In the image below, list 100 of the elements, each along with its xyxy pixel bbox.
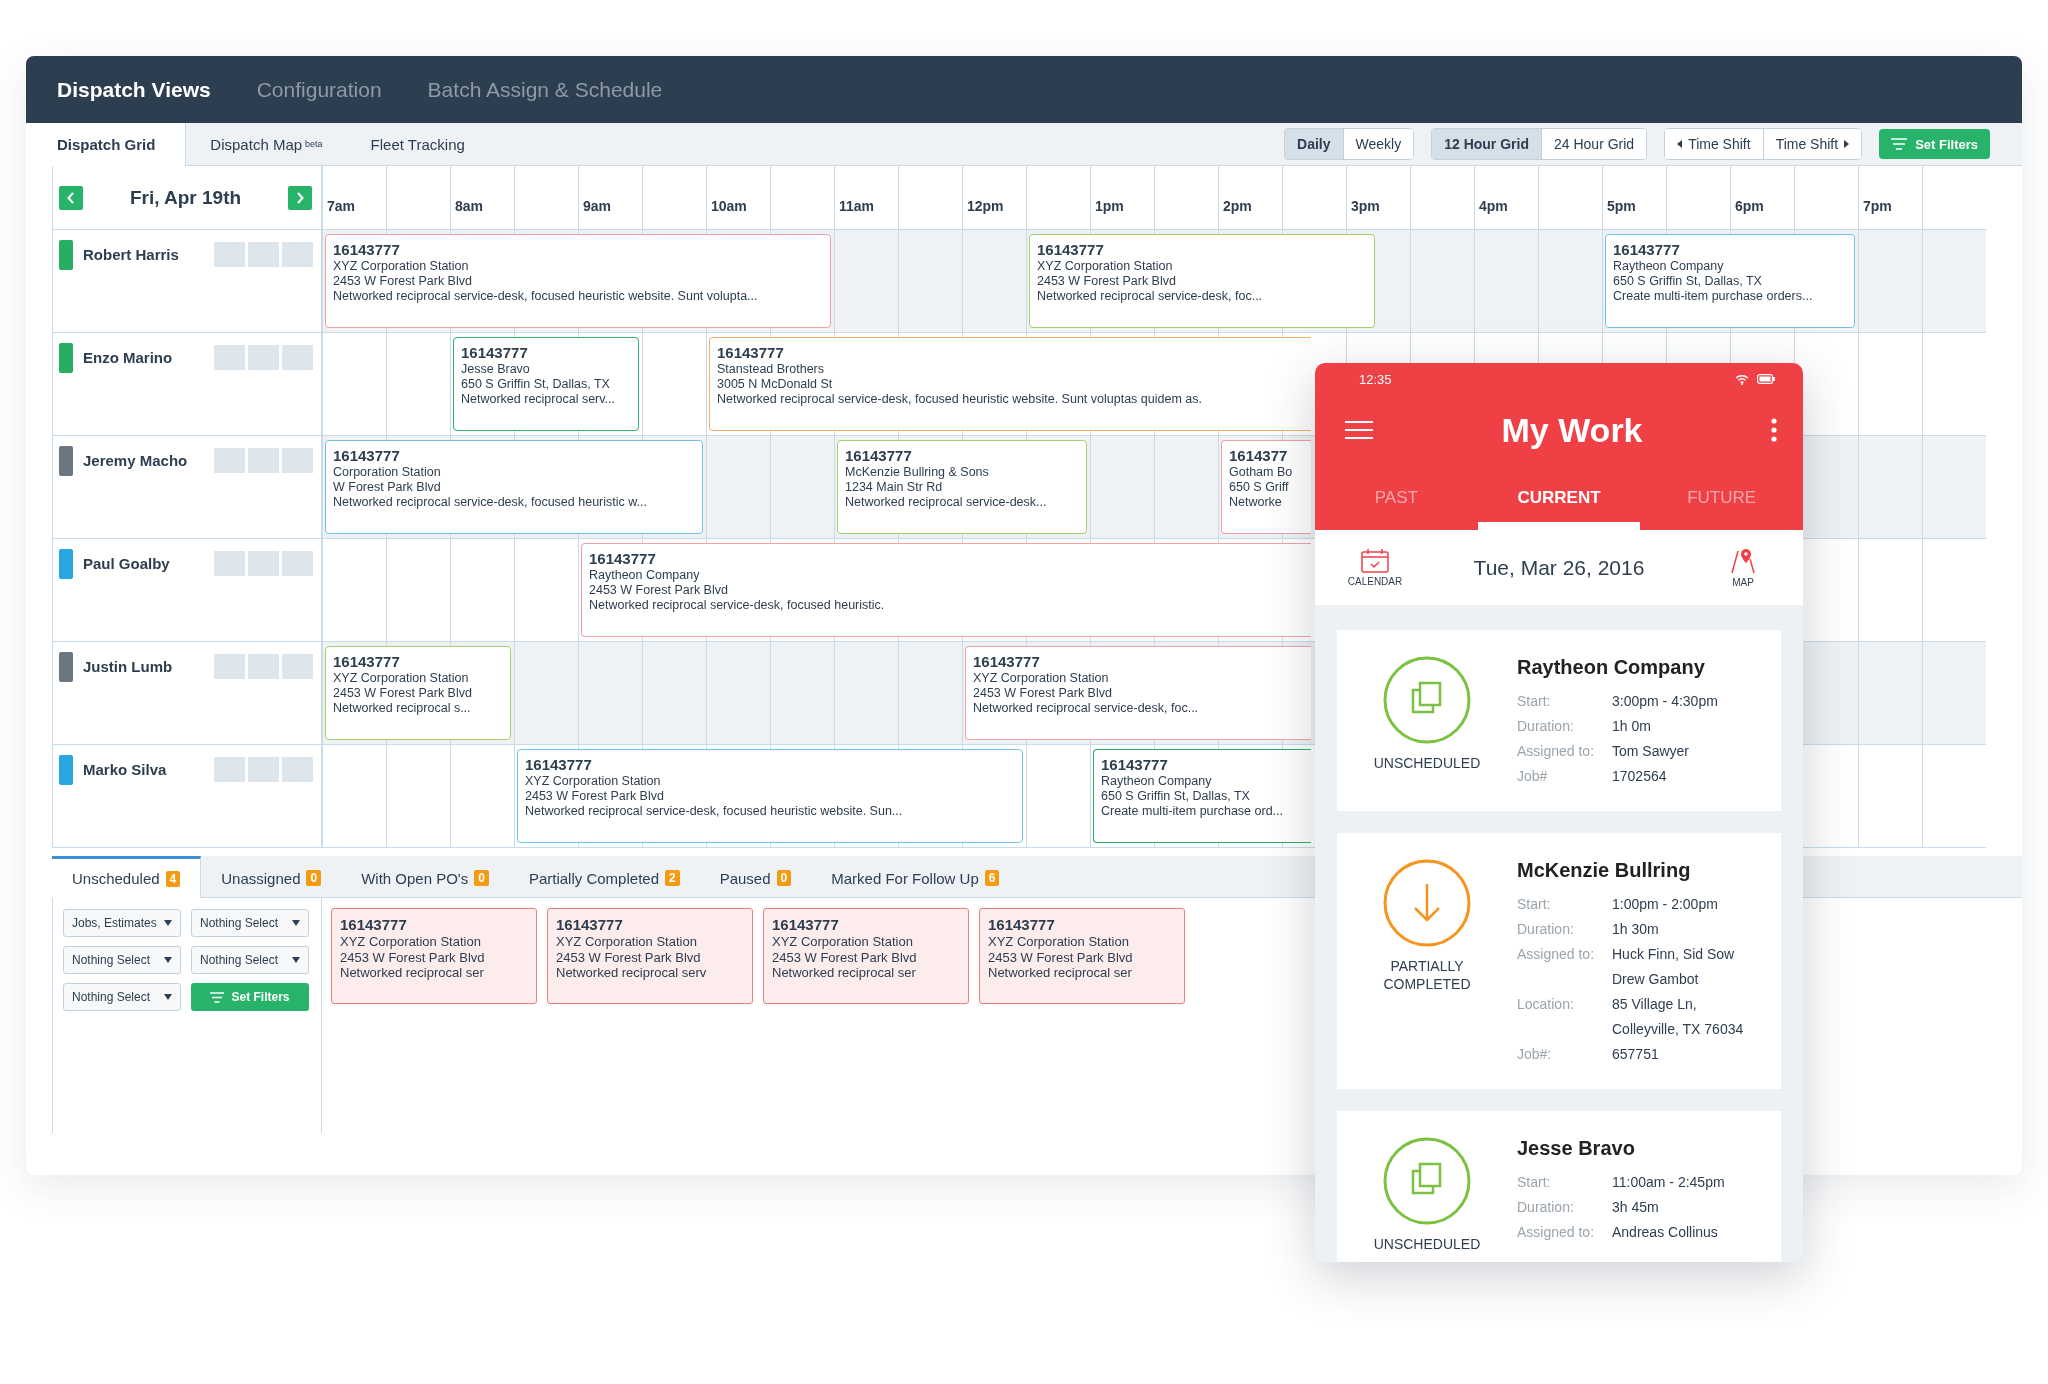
job-detail: Networked reciprocal service-desk, foc... (973, 701, 1199, 716)
filter-dropdown[interactable]: Nothing Select (63, 983, 181, 1011)
job-card[interactable]: 16143777 XYZ Corporation Station 2453 W Forest Park Blvd Networked reciprocal service-desk, foc... (1029, 234, 1375, 328)
calendar-button[interactable]: CALENDAR (1315, 548, 1435, 587)
hour-label: 11am (838, 198, 876, 216)
hour-label: 3pm (1350, 198, 1381, 216)
queue-tab[interactable]: Unassigned 0 (201, 856, 342, 897)
queue-tab[interactable]: Partially Completed 2 (508, 856, 700, 897)
job-card[interactable]: 16143777 Stanstead Brothers 3005 N McDonald St Networked reciprocal service-desk, focused heuristic website. Sunt voluptas quidem as. (709, 337, 1311, 431)
queue-tab[interactable]: Unscheduled 4 (52, 856, 202, 898)
job-card[interactable]: 16143777 Jesse Bravo 650 S Griffin St, Dallas, TX Networked reciprocal serv... (453, 337, 639, 431)
technician-name[interactable]: Jeremy Macho (83, 446, 191, 476)
view-tab[interactable]: Dispatch Grid (26, 123, 187, 166)
job-detail: Create multi-item purchase ord... (1101, 804, 1283, 819)
screen-title: My Work (1501, 410, 1643, 450)
field-label: Location: (1517, 995, 1575, 1014)
unscheduled-job-card[interactable]: 16143777 XYZ Corporation Station 2453 W Forest Park Blvd Networked reciprocal serv (547, 908, 753, 1004)
field-value: Tom Sawyer (1612, 742, 1691, 761)
field-value: 1:00pm - 2:00pm (1612, 895, 1719, 914)
technician-name[interactable]: Enzo Marino (83, 343, 191, 373)
unscheduled-job-card[interactable]: 16143777 XYZ Corporation Station 2453 W Forest Park Blvd Networked reciprocal ser (331, 908, 537, 1004)
unscheduled-job-card[interactable]: 16143777 XYZ Corporation Station 2453 W Forest Park Blvd Networked reciprocal ser (979, 908, 1185, 1004)
job-detail: XYZ Corporation Station (340, 934, 482, 950)
status-label: UNSCHEDULED (1372, 754, 1482, 772)
job-card[interactable]: 16143777 McKenzie Bullring & Sons 1234 Main Str Rd Networked reciprocal service-desk... (837, 440, 1087, 534)
technician-name[interactable]: Justin Lumb (83, 652, 191, 682)
job-detail: XYZ Corporation Station (973, 671, 1109, 686)
field-label: Job#: (1517, 1045, 1553, 1064)
count-badge: 2 (665, 870, 680, 886)
chevron-left-icon (67, 191, 75, 204)
time-shift-button[interactable]: Time Shift (1762, 129, 1862, 159)
count-badge: 0 (474, 870, 489, 886)
job-card[interactable]: 16143777 Corporation Station W Forest Park Blvd Networked reciprocal service-desk, focused heuristic w... (325, 440, 703, 534)
job-number: 16143777 (525, 755, 592, 774)
menu-icon[interactable] (1345, 421, 1373, 439)
job-detail: Corporation Station (333, 465, 441, 480)
queue-tab[interactable]: Marked For Follow Up 6 (811, 856, 1020, 897)
job-detail: 2453 W Forest Park Blvd (556, 949, 702, 965)
hour-label: 1pm (1094, 198, 1125, 216)
technician-name[interactable]: Robert Harris (83, 240, 191, 270)
hour-label: 9am (582, 198, 613, 216)
technician-name[interactable]: Marko Silva (83, 755, 191, 785)
previous-day-button[interactable] (59, 185, 83, 210)
nav-tab[interactable]: Batch Assign & Schedule (427, 77, 663, 102)
caret-icon (164, 920, 172, 926)
next-day-button[interactable] (288, 185, 312, 210)
more-options-icon[interactable] (1771, 418, 1777, 442)
job-detail: 2453 W Forest Park Blvd (589, 583, 728, 598)
technician-name[interactable]: Paul Goalby (83, 549, 191, 579)
job-card[interactable]: 16143777 Raytheon Company 650 S Griffin St, Dallas, TX Create multi-item purchase ord... (1093, 749, 1311, 843)
count-badge: 0 (306, 870, 322, 886)
job-detail: 650 S Griffin St, Dallas, TX (1101, 789, 1250, 804)
queue-tab[interactable]: With Open PO's 0 (341, 856, 509, 897)
nav-tab[interactable]: Dispatch Views (57, 77, 211, 102)
view-toggle-button[interactable]: Weekly (1342, 129, 1414, 159)
filter-dropdown[interactable]: Nothing Select (191, 909, 309, 937)
job-detail: Raytheon Company (589, 568, 700, 583)
view-toggle-button[interactable]: Daily (1285, 129, 1343, 159)
job-card[interactable]: 16143777 XYZ Corporation Station 2453 W Forest Park Blvd Networked reciprocal service-desk, focused heuristic website. Sun... (517, 749, 1023, 843)
field-value: 3h 45m (1612, 1198, 1660, 1217)
battery-icon (1757, 374, 1775, 384)
job-detail: XYZ Corporation Station (333, 671, 469, 686)
queue-tab[interactable]: Paused 0 (699, 856, 812, 897)
filter-dropdown[interactable]: Jobs, Estimates (63, 909, 181, 937)
job-number: 16143777 (845, 446, 912, 465)
job-detail: Stanstead Brothers (717, 362, 824, 377)
view-tab[interactable]: Dispatch Map $^{beta}$ (186, 123, 347, 165)
view-tab[interactable]: Fleet Tracking (346, 123, 489, 165)
field-label: Job# (1517, 767, 1549, 786)
job-card[interactable]: UNSCHEDULED Raytheon Company Start: 3:00pm - 4:30pm Duration: 1h 0m Assigned to: Tom Sawyer Job# 1702564 (1337, 630, 1781, 811)
job-card[interactable]: PARTIALLY COMPLETED McKenzie Bullring Start: 1:00pm - 2:00pm Duration: 1h 30m Assigned to: Huck Finn, Sid Sow Drew Gambot Location: 85 Village Ln, Colleyville, TX 76034 Job#: 657751 (1337, 833, 1781, 1089)
job-card[interactable]: 16143777 XYZ Corporation Station 2453 W Forest Park Blvd Networked reciprocal service-desk, focused heuristic website. Sunt volupta... (325, 234, 831, 328)
job-number: 16143777 (340, 915, 408, 934)
job-number: 16143777 (556, 915, 624, 934)
job-number: 16143777 (589, 549, 656, 568)
job-detail: Networked reciprocal serv (556, 965, 708, 981)
job-card[interactable]: UNSCHEDULED Jesse Bravo Start: 11:00am - 2:45pm Duration: 3h 45m Assigned to: Andreas Collinus (1337, 1111, 1781, 1262)
field-label: Assigned to: (1517, 742, 1596, 761)
job-detail: 2453 W Forest Park Blvd (340, 949, 486, 965)
filter-dropdown[interactable]: Nothing Select (191, 946, 309, 974)
job-card[interactable]: 16143777 XYZ Corporation Station 2453 W Forest Park Blvd Networked reciprocal service-desk, foc... (965, 646, 1311, 740)
job-title: Raytheon Company (1517, 656, 1706, 679)
job-card[interactable]: 16143777 Raytheon Company 2453 W Forest Park Blvd Networked reciprocal service-desk, focused heuristic. (581, 543, 1311, 637)
filter-dropdown[interactable]: Nothing Select (63, 946, 181, 974)
nav-tab[interactable]: Configuration (256, 77, 382, 102)
map-button[interactable]: MAP (1683, 547, 1803, 588)
tab-label: Unscheduled (72, 870, 160, 887)
hour-label: 7pm (1862, 198, 1893, 216)
job-card[interactable]: 16143777 XYZ Corporation Station 2453 W Forest Park Blvd Networked reciprocal s... (325, 646, 511, 740)
job-detail: XYZ Corporation Station (988, 934, 1130, 950)
caret-icon (292, 957, 300, 963)
hour-label: 6pm (1734, 198, 1765, 216)
hour-label: 2pm (1222, 198, 1253, 216)
hour-label: 10am (710, 198, 748, 216)
job-card[interactable]: 16143777 Raytheon Company 650 S Griffin St, Dallas, TX Create multi-item purchase orders... (1605, 234, 1855, 328)
grid-toggle-button[interactable]: 24 Hour Grid (1541, 129, 1647, 159)
unscheduled-job-card[interactable]: 16143777 XYZ Corporation Station 2453 W Forest Park Blvd Networked reciprocal ser (763, 908, 969, 1004)
grid-toggle-button[interactable]: 12 Hour Grid (1432, 129, 1541, 159)
job-detail: XYZ Corporation Station (772, 934, 914, 950)
job-card[interactable]: 1614377 Gotham Bo 650 S Griff Networke (1221, 440, 1311, 534)
